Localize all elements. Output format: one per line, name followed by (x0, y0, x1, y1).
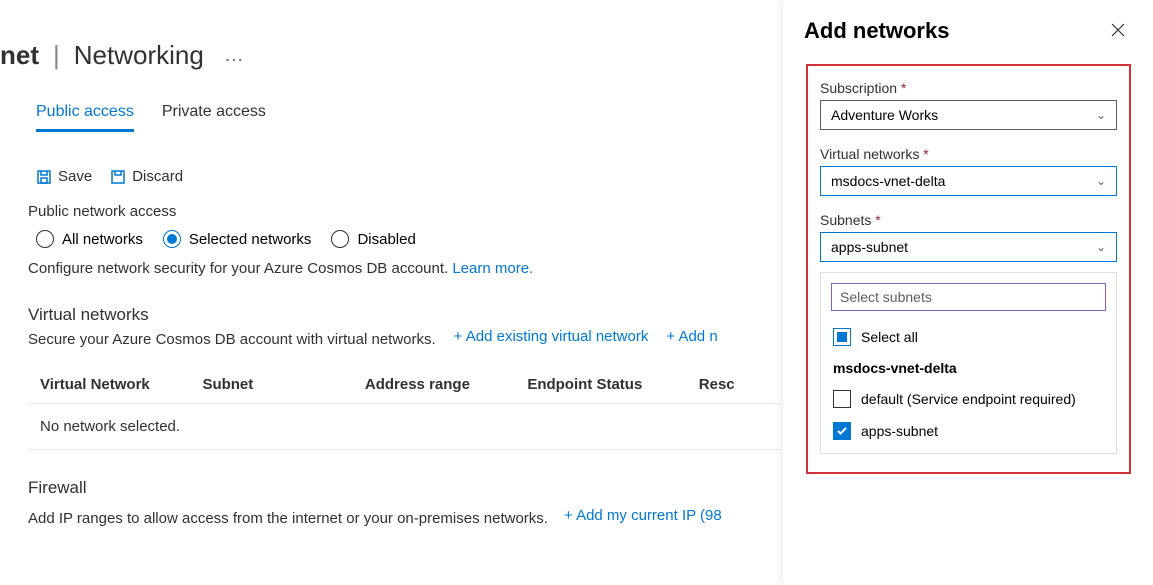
subnets-select[interactable]: apps-subnet ⌄ (820, 232, 1117, 262)
select-all-option[interactable]: Select all (831, 321, 1106, 353)
col-virtual-network: Virtual Network (40, 376, 202, 393)
tab-public-access[interactable]: Public access (36, 103, 134, 132)
discard-label: Discard (132, 168, 183, 185)
checkbox-checked (833, 422, 851, 440)
subnets-dropdown: Select subnets Select all msdocs-vnet-de… (820, 272, 1117, 454)
subnet-group-label: msdocs-vnet-delta (831, 353, 1106, 383)
subnets-value: apps-subnet (831, 239, 908, 255)
required-asterisk: * (923, 146, 928, 162)
tab-private-access[interactable]: Private access (162, 103, 266, 132)
vnet-table-header: Virtual Network Subnet Address range End… (28, 366, 780, 403)
title-separator: | (49, 40, 64, 71)
chevron-down-icon: ⌄ (1096, 108, 1106, 122)
firewall-heading: Firewall (28, 478, 780, 498)
radio-selected-label: Selected networks (189, 231, 312, 248)
chevron-down-icon: ⌄ (1096, 240, 1106, 254)
subnet-filter-input[interactable]: Select subnets (831, 283, 1106, 311)
virtual-networks-heading: Virtual networks (28, 305, 780, 325)
public-access-description: Configure network security for your Azur… (28, 260, 452, 277)
add-existing-vnet-link[interactable]: + Add existing virtual network (454, 328, 649, 345)
radio-all-networks[interactable]: All networks (36, 230, 143, 248)
virtual-networks-select[interactable]: msdocs-vnet-delta ⌄ (820, 166, 1117, 196)
radio-circle-empty (331, 230, 349, 248)
more-menu-button[interactable]: … (214, 44, 246, 67)
add-networks-panel: Add networks Subscription * Adventure Wo… (783, 0, 1153, 585)
discard-button[interactable]: Discard (110, 168, 183, 185)
subscription-select[interactable]: Adventure Works ⌄ (820, 100, 1117, 130)
virtual-networks-description: Secure your Azure Cosmos DB account with… (28, 331, 436, 348)
subscription-value: Adventure Works (831, 107, 938, 123)
select-all-label: Select all (861, 329, 918, 345)
public-access-label: Public network access (28, 203, 780, 220)
page-section-title: Networking (74, 40, 204, 71)
col-subnet: Subnet (202, 376, 364, 393)
required-asterisk: * (901, 80, 906, 96)
col-address-range: Address range (365, 376, 527, 393)
resource-name-suffix: net (0, 40, 39, 71)
checkbox-partial (833, 328, 851, 346)
save-button[interactable]: Save (36, 168, 92, 185)
radio-disabled[interactable]: Disabled (331, 230, 415, 248)
subscription-label: Subscription (820, 80, 897, 96)
col-endpoint-status: Endpoint Status (527, 376, 698, 393)
subnet-option-apps[interactable]: apps-subnet (831, 415, 1106, 447)
virtual-networks-label: Virtual networks (820, 146, 919, 162)
firewall-description: Add IP ranges to allow access from the i… (28, 510, 548, 527)
add-my-ip-link[interactable]: + Add my current IP (98 (564, 507, 722, 524)
virtual-networks-value: msdocs-vnet-delta (831, 173, 945, 189)
col-resource: Resc (699, 376, 780, 393)
checkbox-unchecked (833, 390, 851, 408)
learn-more-link[interactable]: Learn more. (452, 260, 533, 277)
save-label: Save (58, 168, 92, 185)
discard-icon (110, 169, 126, 185)
subnet-option-apps-label: apps-subnet (861, 423, 938, 439)
subnet-option-default[interactable]: default (Service endpoint required) (831, 383, 1106, 415)
radio-circle-selected (163, 230, 181, 248)
radio-all-label: All networks (62, 231, 143, 248)
add-new-vnet-link[interactable]: + Add n (666, 328, 717, 345)
radio-selected-networks[interactable]: Selected networks (163, 230, 312, 248)
panel-title: Add networks (804, 18, 949, 44)
radio-disabled-label: Disabled (357, 231, 415, 248)
vnet-table-empty-row: No network selected. (28, 403, 780, 450)
chevron-down-icon: ⌄ (1096, 174, 1106, 188)
required-asterisk: * (875, 212, 880, 228)
close-icon (1111, 23, 1125, 37)
close-panel-button[interactable] (1111, 21, 1125, 42)
radio-circle-empty (36, 230, 54, 248)
save-icon (36, 169, 52, 185)
subnet-option-default-label: default (Service endpoint required) (861, 391, 1076, 407)
highlighted-form-area: Subscription * Adventure Works ⌄ Virtual… (806, 64, 1131, 474)
subnets-label: Subnets (820, 212, 871, 228)
